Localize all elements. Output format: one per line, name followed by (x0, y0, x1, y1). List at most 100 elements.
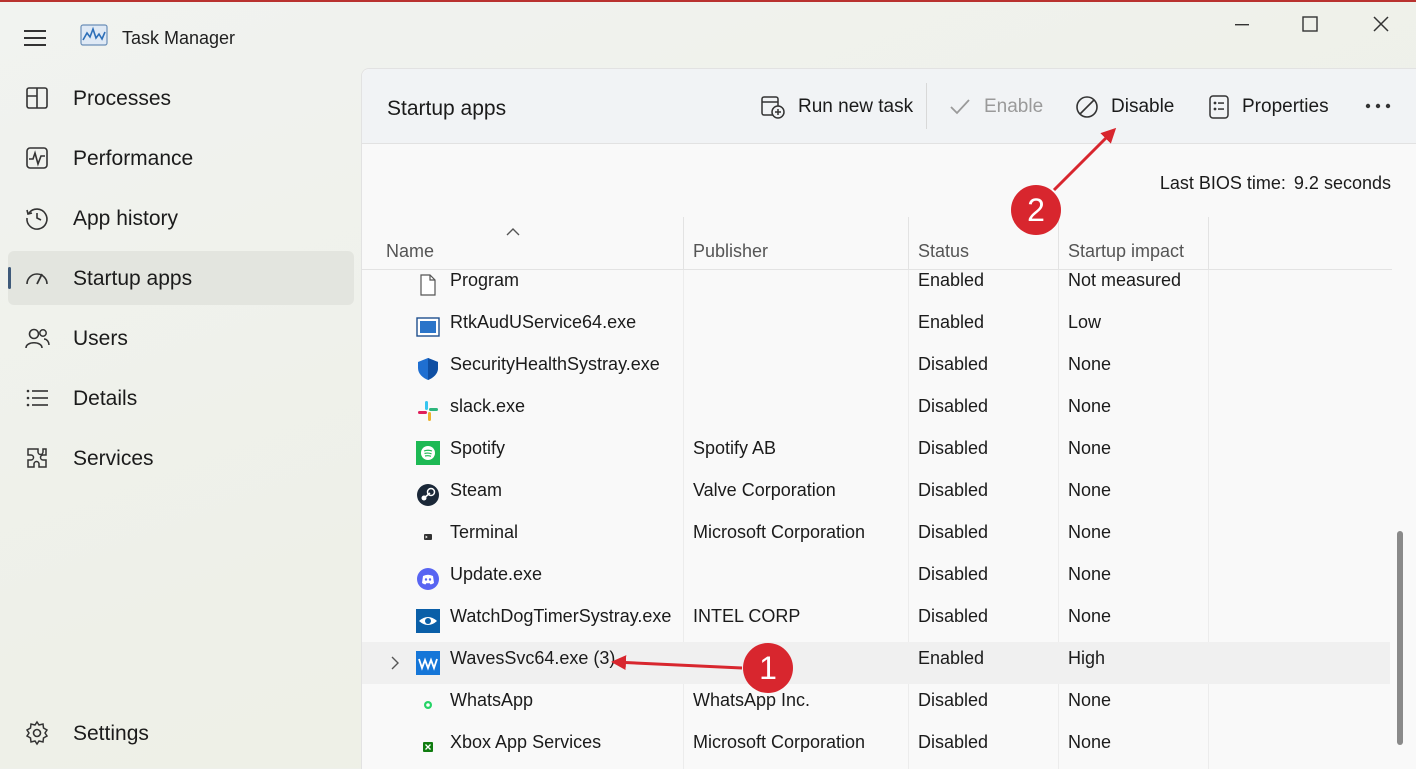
row-status: Disabled (918, 732, 989, 752)
column-header-label: Publisher (693, 241, 769, 261)
disable-label: Disable (1111, 96, 1175, 117)
sidebar-item-label: Performance (73, 147, 194, 170)
row-impact: None (1068, 690, 1112, 710)
sidebar-item-services[interactable]: Services (8, 431, 354, 485)
row-status: Enabled (918, 312, 985, 332)
column-header-label: Name (386, 241, 435, 261)
row-status: Disabled (918, 438, 989, 458)
run-new-task-icon (761, 96, 785, 119)
maximize-button[interactable] (1287, 12, 1333, 40)
close-button[interactable] (1358, 12, 1404, 40)
row-status: Disabled (918, 354, 989, 374)
run-new-task-label: Run new task (798, 96, 914, 117)
enable-label: Enable (984, 96, 1044, 117)
row-impact: None (1068, 606, 1112, 626)
checkmark-icon (950, 99, 970, 115)
row-impact: None (1068, 396, 1112, 416)
task-manager-app-icon (80, 24, 108, 46)
row-name: Xbox App Services (450, 732, 602, 752)
bios-time-value: 9.2 seconds (1293, 173, 1391, 193)
row-status: Disabled (918, 522, 989, 542)
row-name: Update.exe (450, 564, 543, 584)
table-row[interactable]: WhatsApp WhatsApp Inc. Disabled None (362, 684, 1390, 726)
row-publisher: Microsoft Corporation (693, 732, 866, 752)
sidebar-item-details[interactable]: Details (8, 371, 354, 425)
page-title: Startup apps (387, 97, 507, 120)
more-options-icon[interactable] (1364, 99, 1392, 113)
sidebar-item-performance[interactable]: Performance (8, 131, 354, 185)
table-row[interactable]: slack.exe Disabled None (362, 390, 1390, 432)
row-impact: Not measured (1068, 270, 1182, 290)
row-name: slack.exe (450, 396, 526, 416)
row-name: WavesSvc64.exe (3) (450, 648, 616, 668)
table-row[interactable]: Program Enabled Not measured (362, 270, 1390, 306)
table-row[interactable]: SecurityHealthSystray.exe Disabled None (362, 348, 1390, 390)
disable-icon (1076, 96, 1098, 118)
row-name: Steam (450, 480, 503, 500)
row-publisher: Spotify AB (693, 438, 777, 458)
row-name: WatchDogTimerSystray.exe (450, 606, 672, 626)
sidebar-item-label: Services (73, 447, 154, 470)
annotation-badge-2: 2 (1011, 185, 1061, 235)
processes-icon (26, 87, 48, 109)
sidebar-item-label: Users (73, 327, 128, 350)
row-impact: High (1068, 648, 1106, 668)
row-status: Disabled (918, 606, 989, 626)
table-row[interactable]: Update.exe Disabled None (362, 558, 1390, 600)
hamburger-menu-icon[interactable] (22, 24, 50, 52)
waves-icon (416, 651, 440, 675)
sidebar-item-app-history[interactable]: App history (8, 191, 354, 245)
sidebar-item-settings[interactable]: Settings (8, 706, 354, 760)
chevron-right-icon[interactable] (390, 656, 400, 670)
row-impact: None (1068, 480, 1112, 500)
row-name: Program (450, 270, 520, 290)
sort-ascending-icon (506, 228, 520, 236)
toolbar: Startup apps Run new task Enable Disable (362, 69, 1416, 144)
bios-time-label: Last BIOS time: (1159, 173, 1286, 193)
table-row[interactable]: Xbox App Services Microsoft Corporation … (362, 726, 1390, 768)
table-row[interactable]: WatchDogTimerSystray.exe INTEL CORP Disa… (362, 600, 1390, 642)
column-header-startup-impact[interactable]: Startup impact (1059, 217, 1209, 269)
annotation-badge-1: 1 (743, 643, 793, 693)
row-impact: None (1068, 354, 1112, 374)
run-new-task-button[interactable]: Run new task (760, 89, 913, 125)
properties-label: Properties (1242, 96, 1329, 117)
table-row[interactable]: WavesSvc64.exe (3) Enabled High (362, 642, 1390, 684)
table-row[interactable]: Spotify Spotify AB Disabled None (362, 432, 1390, 474)
sidebar-item-processes[interactable]: Processes (8, 71, 354, 125)
row-name: SecurityHealthSystray.exe (450, 354, 660, 374)
row-impact: None (1068, 564, 1112, 584)
properties-icon (1209, 95, 1229, 119)
bios-time: Last BIOS time: 9.2 seconds (1160, 173, 1391, 194)
row-status: Disabled (918, 690, 989, 710)
table-row[interactable]: Steam Valve Corporation Disabled None (362, 474, 1390, 516)
row-publisher: Valve Corporation (693, 480, 836, 500)
scrollbar-thumb[interactable] (1397, 531, 1403, 745)
sidebar-item-startup-apps[interactable]: Startup apps (8, 251, 354, 305)
enable-button[interactable]: Enable (948, 89, 1043, 125)
row-name: Spotify (450, 438, 506, 458)
users-icon (25, 328, 50, 349)
sidebar-item-users[interactable]: Users (8, 311, 354, 365)
table-row[interactable]: RtkAudUService64.exe Enabled Low (362, 306, 1390, 348)
gear-icon (25, 720, 49, 746)
row-status: Enabled (918, 270, 985, 290)
row-name: WhatsApp (450, 690, 534, 710)
disable-button[interactable]: Disable (1075, 89, 1174, 125)
active-indicator (8, 267, 11, 289)
row-impact: None (1068, 732, 1112, 752)
row-status: Disabled (918, 564, 989, 584)
properties-button[interactable]: Properties (1208, 89, 1329, 125)
table-row[interactable]: Terminal Microsoft Corporation Disabled … (362, 516, 1390, 558)
app-history-icon (26, 208, 48, 230)
row-status: Disabled (918, 480, 989, 500)
column-header-publisher[interactable]: Publisher (684, 217, 909, 269)
minimize-button[interactable] (1219, 12, 1265, 40)
row-impact: Low (1068, 312, 1102, 332)
row-name: RtkAudUService64.exe (450, 312, 637, 332)
row-publisher: INTEL CORP (693, 606, 801, 626)
column-header-name[interactable]: Name (362, 217, 684, 269)
column-header-label: Status (918, 241, 970, 261)
row-name: Terminal (450, 522, 519, 542)
row-impact: None (1068, 438, 1112, 458)
